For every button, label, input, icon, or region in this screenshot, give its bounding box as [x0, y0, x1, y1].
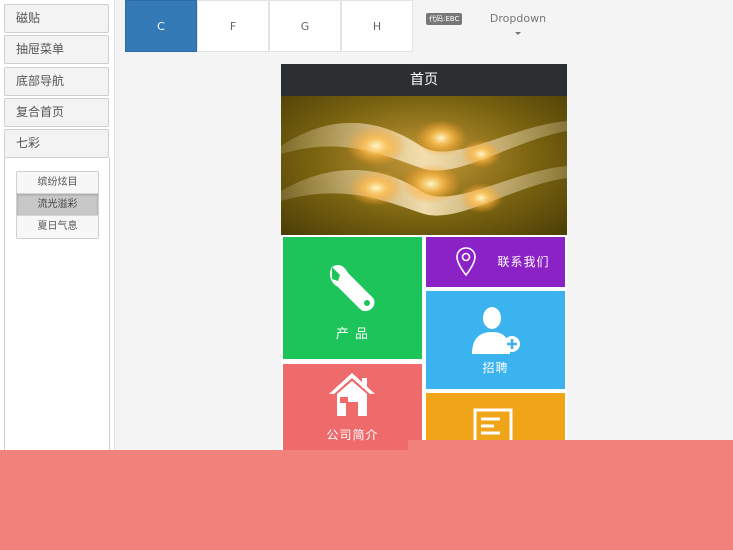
sidebar-subpanel: 缤纷炫目 流光溢彩 夏日气息 — [4, 158, 110, 450]
tab-f[interactable]: F — [197, 0, 269, 52]
tile-contact[interactable]: 联系我们 — [426, 237, 565, 287]
sidebar-item-bottom-nav[interactable]: 底部导航 — [4, 67, 109, 96]
main-area: C F G H 代码:EBC Dropdown 首页 产 品 联系我们 招聘 公… — [114, 0, 733, 450]
sub-item-dazzling[interactable]: 缤纷炫目 — [17, 172, 98, 194]
sub-item-summer[interactable]: 夏日气息 — [17, 216, 98, 238]
overlay-notch — [408, 440, 733, 450]
tile-product-label: 产 品 — [335, 327, 370, 342]
dropdown-toggle[interactable]: Dropdown — [483, 12, 553, 35]
tile-contact-label: 联系我们 — [497, 255, 550, 269]
sidebar-item-composite-home[interactable]: 复合首页 — [4, 98, 109, 127]
banner-image — [281, 96, 567, 235]
sidebar-item-drawer-menu[interactable]: 抽屉菜单 — [4, 35, 109, 64]
wrench-icon — [330, 265, 375, 312]
tile-about-label: 公司简介 — [326, 428, 379, 442]
tab-g[interactable]: G — [269, 0, 341, 52]
sidebar-item-tiles[interactable]: 磁贴 — [4, 4, 109, 33]
tab-c[interactable]: C — [125, 0, 197, 52]
bottom-overlay — [0, 450, 733, 550]
house-icon — [329, 373, 375, 416]
phone-preview: 首页 产 品 联系我们 招聘 公司简介 — [281, 64, 567, 450]
page-title: 首页 — [281, 64, 567, 96]
code-badge: 代码:EBC — [426, 13, 463, 25]
sub-menu-group: 缤纷炫目 流光溢彩 夏日气息 — [16, 171, 99, 239]
tile-about[interactable]: 公司简介 — [283, 364, 422, 450]
tile-product[interactable]: 产 品 — [283, 237, 422, 359]
sidebar: 磁贴 抽屉菜单 底部导航 复合首页 七彩 缤纷炫目 流光溢彩 夏日气息 — [4, 4, 110, 450]
tile-recruit[interactable]: 招聘 — [426, 291, 565, 389]
dropdown-label: Dropdown — [489, 12, 547, 25]
sidebar-item-colorful[interactable]: 七彩 — [4, 129, 109, 158]
user-add-icon — [472, 307, 520, 354]
tile-recruit-label: 招聘 — [482, 361, 509, 375]
tab-h[interactable]: H — [341, 0, 413, 52]
sub-item-flowing-light[interactable]: 流光溢彩 — [17, 194, 98, 216]
caret-down-icon — [515, 32, 521, 35]
